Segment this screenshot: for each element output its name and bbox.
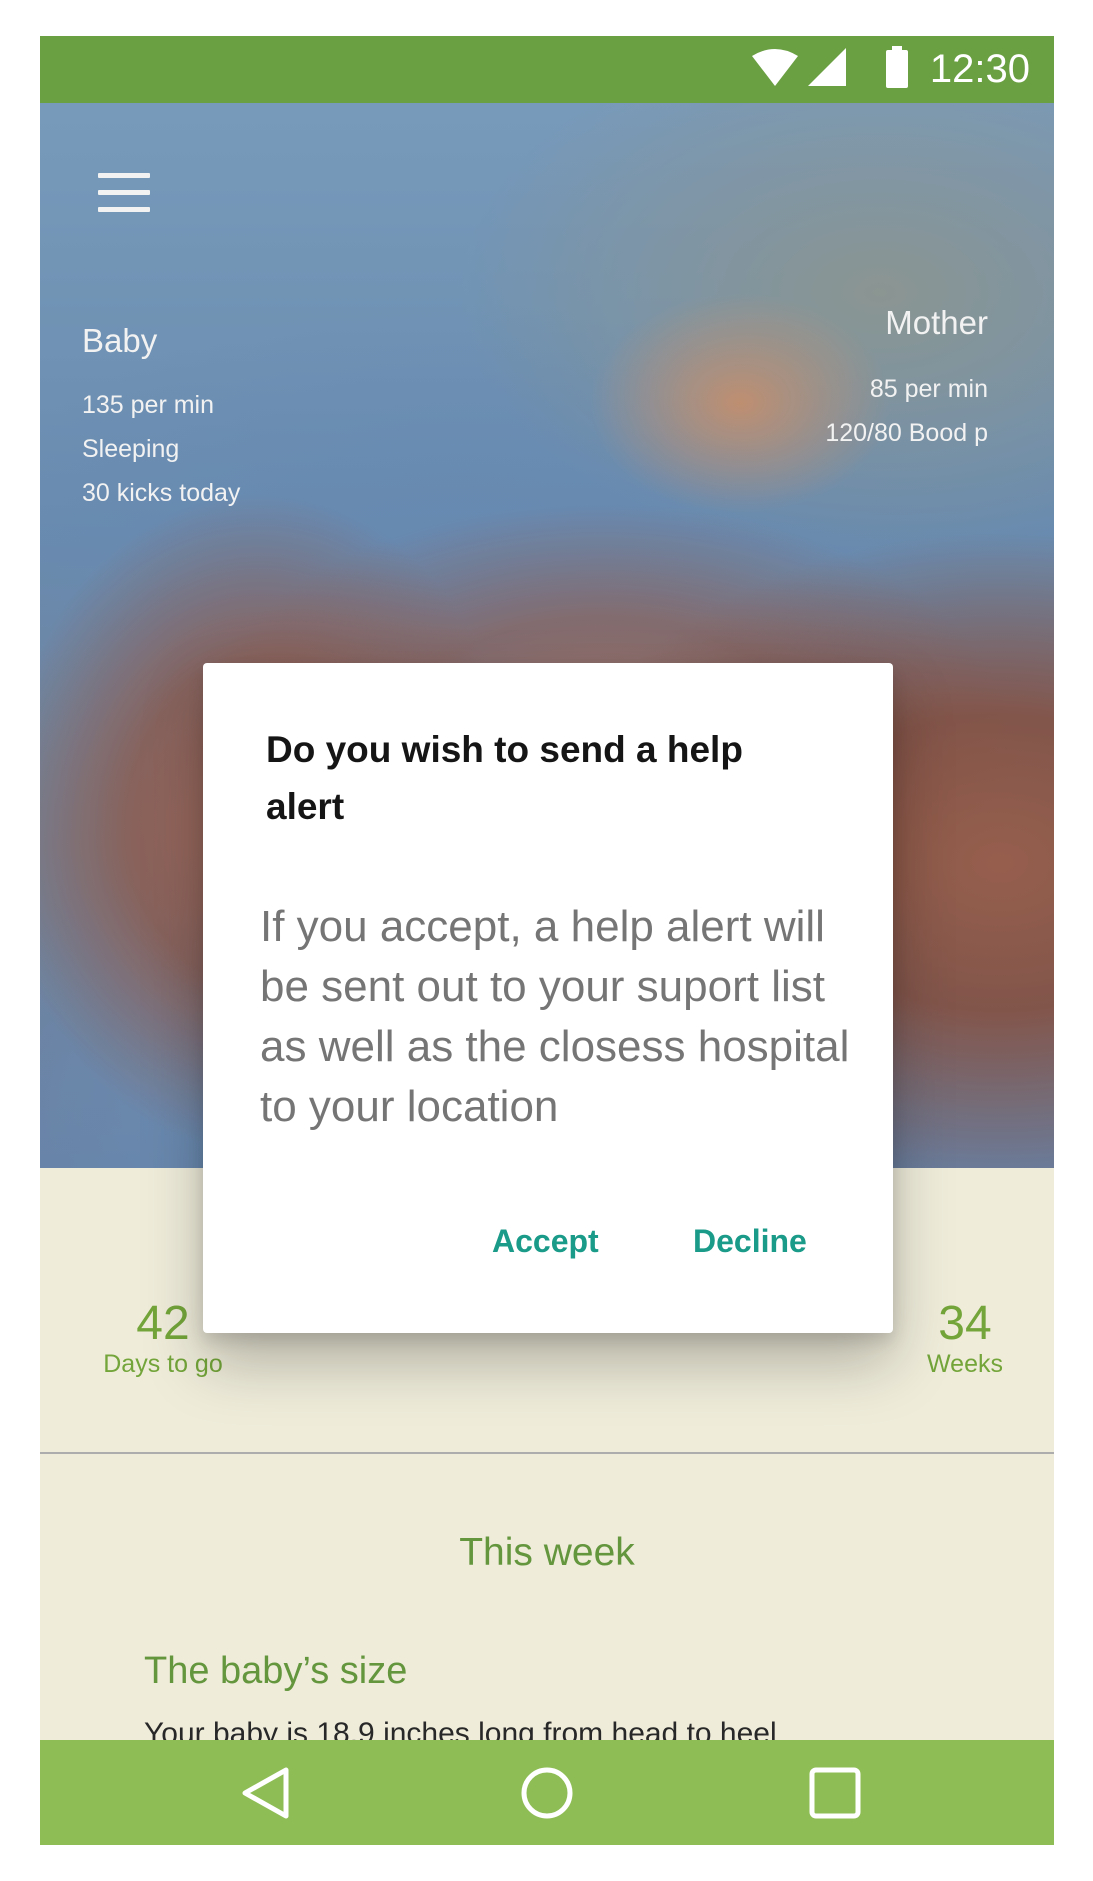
dialog-title: Do you wish to send a help alert (266, 729, 743, 827)
decline-button[interactable]: Decline (693, 1221, 807, 1261)
status-time: 12:30 (929, 47, 1030, 91)
recents-square-icon[interactable] (805, 1765, 865, 1821)
battery-icon (886, 46, 908, 88)
accept-button[interactable]: Accept (492, 1221, 599, 1261)
phone-screen: 12:30 Baby 135 per min Sleeping 30 kicks… (40, 36, 1054, 1845)
navigation-bar (40, 1740, 1054, 1845)
help-alert-dialog: Do you wish to send a help alert If you … (203, 663, 893, 1333)
home-circle-icon[interactable] (517, 1765, 577, 1821)
dialog-body: If you accept, a help alert will be sent… (260, 902, 850, 1131)
back-triangle-icon[interactable] (236, 1765, 296, 1821)
wifi-icon (752, 49, 798, 86)
signal-icon (808, 48, 846, 86)
status-bar: 12:30 (40, 36, 1054, 103)
